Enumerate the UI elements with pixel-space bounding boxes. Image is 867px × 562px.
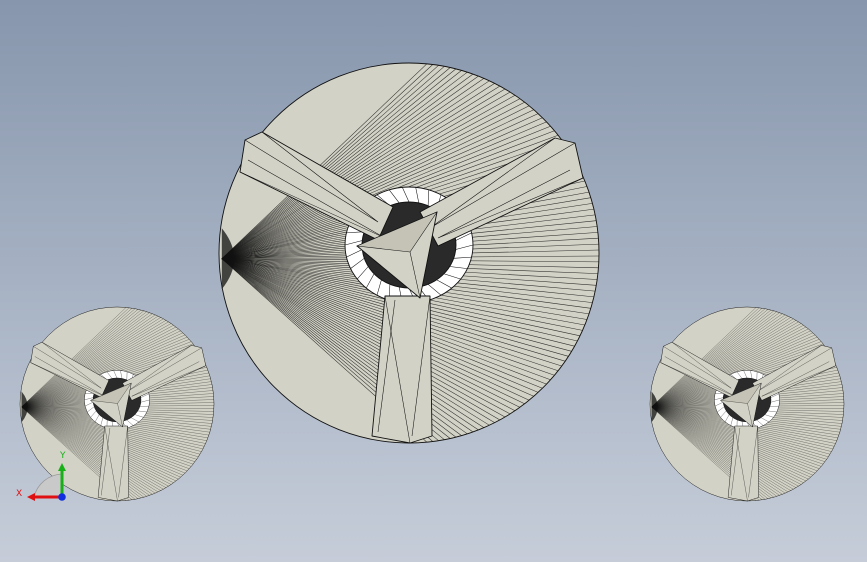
part-view-small-right[interactable] xyxy=(649,306,845,502)
part-view-large[interactable] xyxy=(218,62,600,444)
model-scene[interactable]: X Y xyxy=(0,0,867,562)
y-axis-label: Y xyxy=(59,451,66,461)
cad-viewport[interactable]: X Y xyxy=(0,0,867,562)
x-axis-label: X xyxy=(16,489,22,499)
triad-base-icon xyxy=(33,473,63,498)
x-axis-arrow-icon xyxy=(27,493,35,501)
z-axis-icon xyxy=(58,493,66,501)
part-view-small-left[interactable] xyxy=(19,306,215,502)
